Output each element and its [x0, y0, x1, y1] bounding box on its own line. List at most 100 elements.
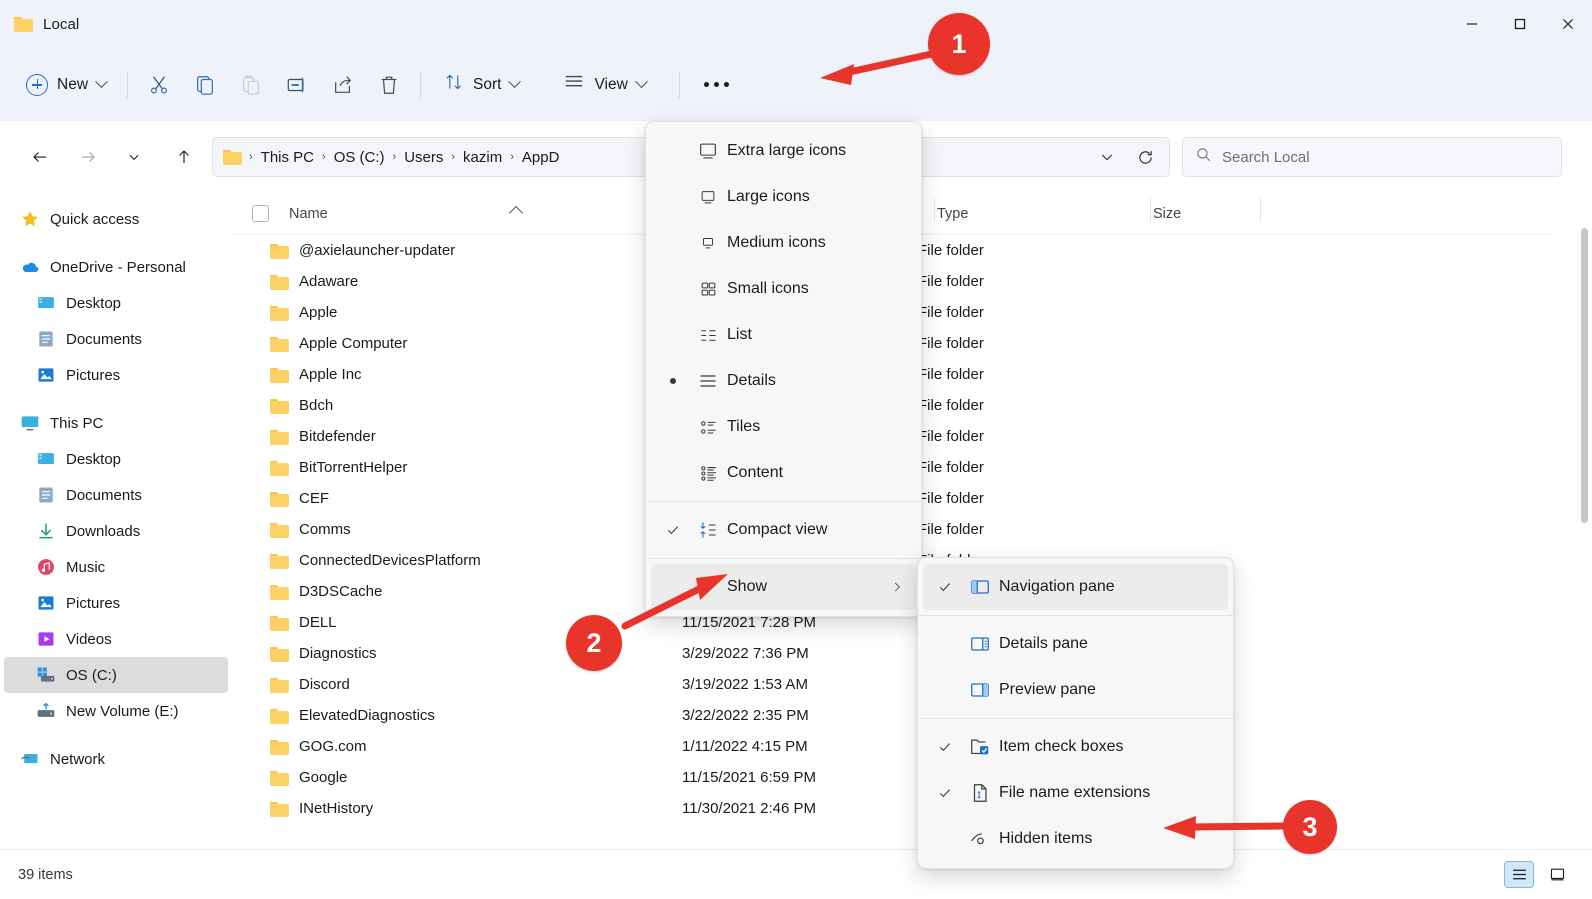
- large-icons-view-toggle[interactable]: [1542, 861, 1572, 888]
- file-name-label: CEF: [299, 490, 329, 507]
- up-button[interactable]: [166, 139, 202, 175]
- see-more-button[interactable]: [694, 65, 740, 105]
- breadcrumb-this-pc[interactable]: This PC: [254, 145, 321, 170]
- sidebar-item-desktop-pc[interactable]: Desktop: [4, 441, 228, 477]
- menu-item-label: Tiles: [727, 418, 761, 435]
- new-button[interactable]: New: [16, 65, 119, 105]
- breadcrumb-kazim[interactable]: kazim: [456, 145, 509, 170]
- sidebar-item-music[interactable]: Music: [4, 549, 228, 585]
- menu-item-file-name-extensions[interactable]: File name extensions: [923, 770, 1228, 816]
- sidebar-item-pictures-pc[interactable]: Pictures: [4, 585, 228, 621]
- menu-item-label: File name extensions: [999, 784, 1151, 801]
- vertical-scrollbar[interactable]: [1577, 193, 1592, 849]
- chevron-down-icon: [95, 75, 108, 89]
- sidebar-item-onedrive[interactable]: OneDrive - Personal: [4, 249, 228, 285]
- view-menu: Extra large icons Large icons Medium ico…: [645, 121, 922, 617]
- rename-button[interactable]: [274, 65, 320, 105]
- menu-item-small-icons[interactable]: Small icons: [651, 266, 916, 312]
- cell-name: Discord: [232, 676, 682, 693]
- select-all-checkbox[interactable]: [252, 205, 269, 222]
- details-view-toggle[interactable]: [1504, 861, 1534, 888]
- minimize-button[interactable]: [1448, 0, 1496, 48]
- sidebar-item-pictures-onedrive[interactable]: Pictures: [4, 357, 228, 393]
- sidebar-item-documents-pc[interactable]: Documents: [4, 477, 228, 513]
- table-row[interactable]: Discord 3/19/2022 1:53 AM: [232, 669, 1554, 700]
- recent-locations-button[interactable]: [116, 139, 152, 175]
- table-row[interactable]: Google 11/15/2021 6:59 PM: [232, 762, 1554, 793]
- column-header-type[interactable]: Type: [935, 197, 1151, 222]
- table-row[interactable]: Diagnostics 3/29/2022 7:36 PM: [232, 638, 1554, 669]
- small-icons-icon: [689, 280, 727, 299]
- menu-item-show[interactable]: Show: [651, 564, 916, 610]
- menu-item-navigation-pane[interactable]: Navigation pane: [923, 564, 1228, 610]
- status-bar: 39 items: [0, 849, 1592, 899]
- sidebar-item-network[interactable]: Network: [4, 741, 228, 777]
- menu-item-extra-large-icons[interactable]: Extra large icons: [651, 128, 916, 174]
- sidebar-item-documents-onedrive[interactable]: Documents: [4, 321, 228, 357]
- menu-item-details[interactable]: Details: [651, 358, 916, 404]
- column-header-size[interactable]: Size: [1151, 197, 1261, 222]
- sidebar-item-desktop-onedrive[interactable]: Desktop: [4, 285, 228, 321]
- file-name-label: Apple: [299, 304, 338, 321]
- close-button[interactable]: [1544, 0, 1592, 48]
- sort-button[interactable]: Sort: [433, 65, 530, 105]
- column-header-name[interactable]: Name: [287, 197, 699, 222]
- refresh-button[interactable]: [1127, 139, 1163, 175]
- breadcrumb-users[interactable]: Users: [397, 145, 450, 170]
- folder-icon: [270, 584, 289, 600]
- menu-item-hidden-items[interactable]: Hidden items: [923, 816, 1228, 862]
- folder-icon: [270, 801, 289, 817]
- menu-item-details-pane[interactable]: Details pane: [923, 621, 1228, 667]
- file-name-label: Discord: [299, 676, 350, 693]
- sidebar-item-new-volume-e[interactable]: New Volume (E:): [4, 693, 228, 729]
- chevron-down-icon: [634, 75, 648, 89]
- sidebar-item-downloads[interactable]: Downloads: [4, 513, 228, 549]
- cut-button[interactable]: [136, 65, 182, 105]
- view-button[interactable]: View: [552, 65, 656, 105]
- item-count-label: 39 items: [18, 866, 73, 883]
- copy-button[interactable]: [182, 65, 228, 105]
- sidebar-item-videos[interactable]: Videos: [4, 621, 228, 657]
- column-divider[interactable]: [1260, 197, 1261, 222]
- previous-locations-button[interactable]: [1089, 139, 1125, 175]
- menu-item-compact-view[interactable]: Compact view: [651, 507, 916, 553]
- breadcrumb-appdata[interactable]: AppD: [515, 145, 567, 170]
- menu-item-label: Extra large icons: [727, 142, 847, 159]
- share-button[interactable]: [320, 65, 366, 105]
- scrollbar-thumb[interactable]: [1581, 228, 1588, 523]
- search-input[interactable]: [1222, 148, 1549, 166]
- table-row[interactable]: GOG.com 1/11/2022 4:15 PM: [232, 731, 1554, 762]
- cell-name: GOG.com: [232, 738, 682, 755]
- menu-item-medium-icons[interactable]: Medium icons: [651, 220, 916, 266]
- menu-item-tiles[interactable]: Tiles: [651, 404, 916, 450]
- search-box[interactable]: [1182, 137, 1562, 177]
- folder-icon: [270, 243, 289, 259]
- table-row[interactable]: INetHistory 11/30/2021 2:46 PM: [232, 793, 1554, 824]
- maximize-button[interactable]: [1496, 0, 1544, 48]
- menu-separator: [646, 501, 921, 502]
- breadcrumb-os-c[interactable]: OS (C:): [327, 145, 392, 170]
- paste-button[interactable]: [228, 65, 274, 105]
- menu-item-label: Content: [727, 464, 784, 481]
- paste-icon: [240, 74, 262, 96]
- file-name-label: Apple Computer: [299, 335, 408, 352]
- menu-item-large-icons[interactable]: Large icons: [651, 174, 916, 220]
- forward-button[interactable]: [70, 139, 106, 175]
- cell-name: ElevatedDiagnostics: [232, 707, 682, 724]
- sidebar-item-label: Quick access: [50, 210, 140, 228]
- window-title: Local: [43, 15, 80, 33]
- menu-item-preview-pane[interactable]: Preview pane: [923, 667, 1228, 713]
- delete-button[interactable]: [366, 65, 412, 105]
- cell-name: CEF: [232, 490, 682, 507]
- sidebar-item-quick-access[interactable]: Quick access: [4, 201, 228, 237]
- sidebar-item-this-pc[interactable]: This PC: [4, 405, 228, 441]
- menu-item-list[interactable]: List: [651, 312, 916, 358]
- cell-type: File folder: [918, 273, 984, 290]
- menu-item-item-check-boxes[interactable]: Item check boxes: [923, 724, 1228, 770]
- selected-bullet-icon: [670, 378, 676, 384]
- menu-item-label: Compact view: [727, 521, 828, 538]
- table-row[interactable]: ElevatedDiagnostics 3/22/2022 2:35 PM: [232, 700, 1554, 731]
- menu-item-content[interactable]: Content: [651, 450, 916, 496]
- back-button[interactable]: [22, 139, 58, 175]
- sidebar-item-os-c[interactable]: OS (C:): [4, 657, 228, 693]
